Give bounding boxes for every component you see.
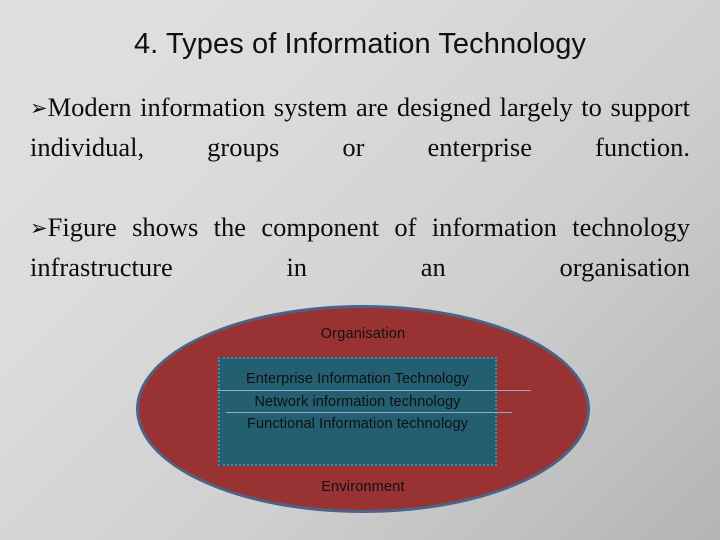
- layer-divider-line: [226, 412, 512, 413]
- layer-divider-line: [217, 390, 531, 391]
- technology-layer-functional: Functional Information technology: [247, 416, 468, 432]
- slide-canvas: 4. Types of Information Technology ➢Mode…: [0, 0, 720, 540]
- organisation-label: Organisation: [320, 326, 406, 342]
- environment-label: Environment: [321, 479, 405, 495]
- technology-layer-enterprise: Enterprise Information Technology: [245, 371, 470, 387]
- it-infrastructure-diagram: Organisation Enterprise Information Tech…: [0, 0, 720, 540]
- technology-layer-network: Network information technology: [254, 394, 461, 410]
